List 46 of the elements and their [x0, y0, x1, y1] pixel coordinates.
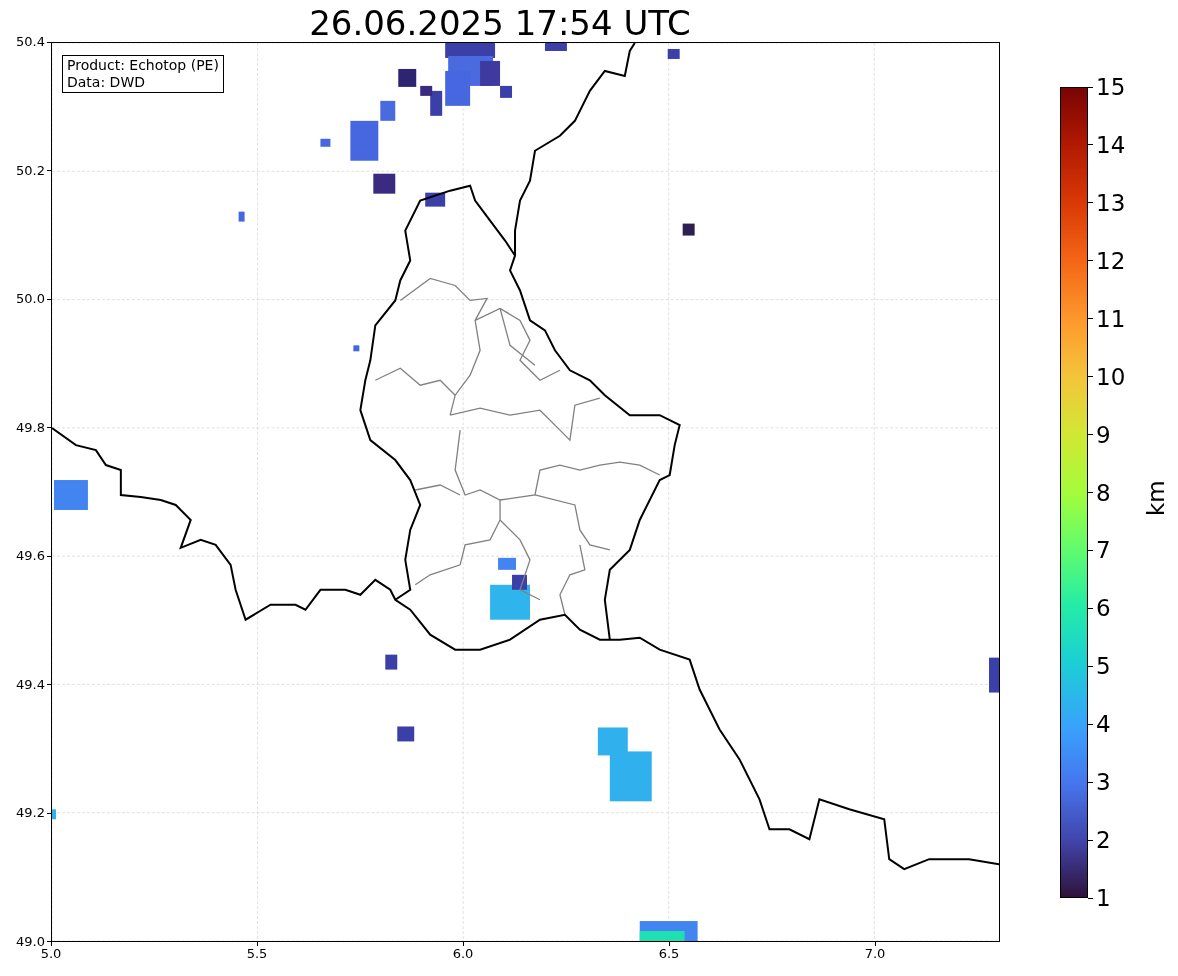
legend-text: Product: Echotop (PE) — [67, 57, 219, 74]
y-axis-label: 50.4 — [16, 34, 45, 50]
radar-echo — [544, 43, 567, 51]
colorbar-label: 1 — [1096, 884, 1111, 912]
radar-echo — [238, 211, 245, 222]
radar-echo — [682, 223, 695, 236]
colorbar-label: 13 — [1096, 188, 1126, 217]
y-axis-label: 49.8 — [16, 419, 45, 436]
radar-echo — [373, 173, 396, 194]
x-axis-label: 7.0 — [864, 946, 886, 962]
y-axis-label: 49.2 — [16, 805, 45, 822]
radar-echo — [398, 68, 417, 87]
colorbar-label: 4 — [1096, 710, 1111, 739]
x-axis-label: 5.5 — [246, 946, 268, 962]
radar-echo — [320, 138, 331, 147]
colorbar-label: 9 — [1096, 420, 1111, 449]
x-axis-label: 5.0 — [40, 946, 62, 962]
radar-echo — [667, 49, 680, 59]
colorbar-label: 2 — [1096, 826, 1111, 855]
x-axis-label: 6.5 — [658, 946, 680, 962]
radar-echo — [385, 654, 398, 670]
colorbar-label: 6 — [1096, 594, 1111, 623]
y-axis-label: 50.0 — [16, 291, 45, 308]
radar-echo — [397, 726, 415, 742]
colorbar-label: 8 — [1096, 478, 1111, 507]
colorbar-label: 10 — [1096, 362, 1126, 391]
y-axis-label: 49.4 — [16, 676, 45, 693]
radar-echo — [52, 809, 56, 820]
colorbar-label: 15 — [1096, 73, 1126, 101]
colorbar-label: 14 — [1096, 130, 1126, 159]
y-axis-label: 49.0 — [16, 934, 45, 949]
colorbar-label: 11 — [1096, 304, 1126, 333]
legend-text: Data: DWD — [67, 74, 146, 91]
chart-title: 26.06.2025 17:54 UTC — [309, 2, 691, 44]
y-axis-label: 49.6 — [16, 548, 45, 565]
radar-echo — [353, 345, 360, 352]
colorbar-title: km — [1141, 480, 1170, 516]
colorbar-label: 12 — [1096, 246, 1126, 275]
colorbar-label: 7 — [1096, 536, 1111, 565]
radar-echo — [498, 557, 516, 570]
x-axis-label: 6.0 — [452, 946, 474, 962]
colorbar-label: 5 — [1096, 652, 1111, 681]
y-axis-label: 50.2 — [16, 162, 45, 179]
radar-echo — [989, 657, 999, 693]
radar-echo — [54, 480, 88, 510]
colorbar-label: 3 — [1096, 768, 1111, 797]
